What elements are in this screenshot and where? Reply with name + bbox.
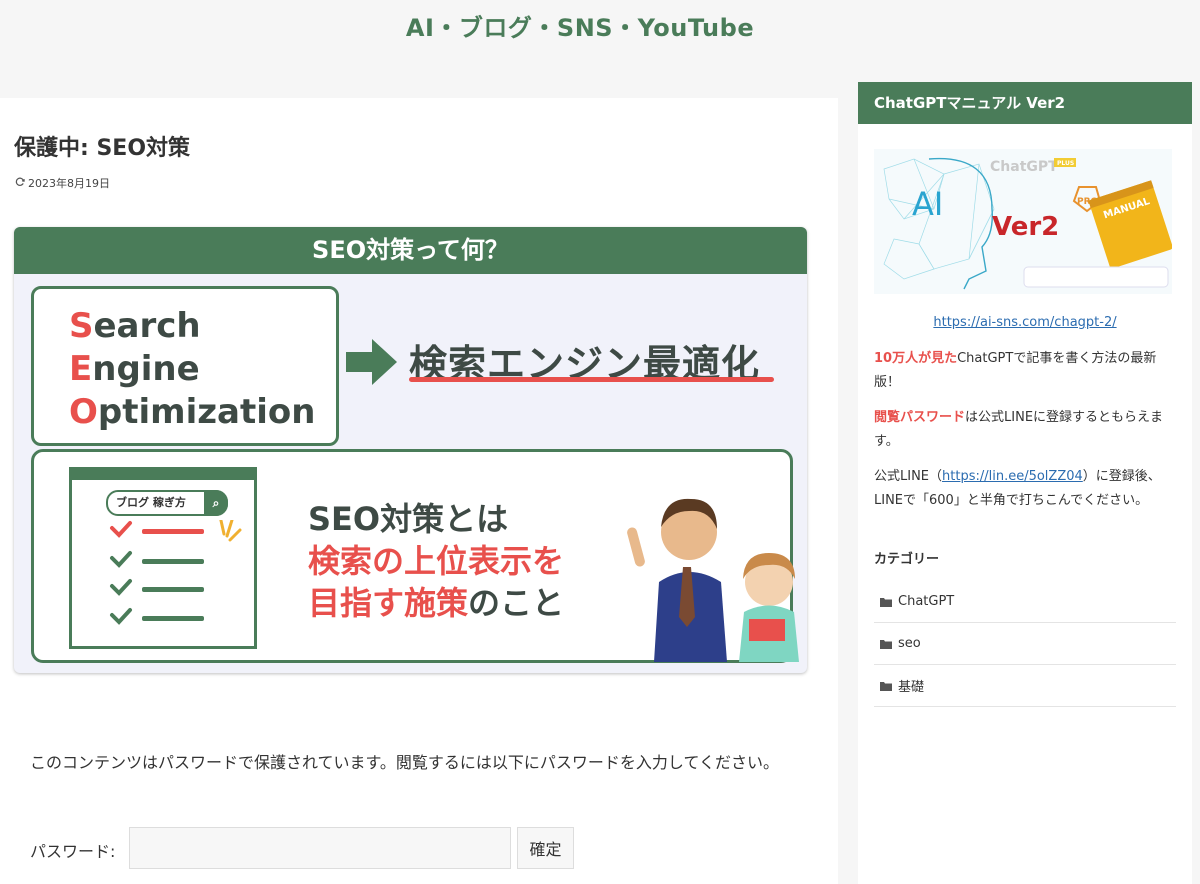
seo-line-optimization: Optimization (69, 392, 316, 432)
banner-graphic: AI ChatGPT PLUS Ver2 PRO MANUAL (874, 149, 1172, 294)
password-label: パスワード: (30, 842, 116, 861)
post-date: 2023年8月19日 (15, 175, 110, 191)
update-icon (15, 177, 25, 190)
chatgpt-manual-banner[interactable]: AI ChatGPT PLUS Ver2 PRO MANUAL (874, 149, 1172, 294)
seo-line-search: Search (69, 306, 201, 346)
svg-text:PLUS: PLUS (1057, 160, 1074, 167)
sidebar-text-1: 10万人が見たChatGPTで記事を書く方法の最新版！ (874, 351, 1157, 390)
characters-illustration (627, 498, 799, 662)
seo-description-box: ブログ 稼ぎ方 ⌕ SEO対策とは 検索の上位表示を 目指す施策のこと (31, 449, 799, 663)
svg-text:ChatGPT: ChatGPT (990, 159, 1058, 175)
search-icon: ⌕ (204, 490, 228, 516)
category-item-seo[interactable]: seo (874, 623, 1176, 665)
post-date-text: 2023年8月19日 (28, 177, 110, 190)
search-bar-illustration: ブログ 稼ぎ方 ⌕ (106, 490, 228, 516)
widget-title: ChatGPTマニュアル Ver2 (858, 82, 1192, 124)
sidebar-text-3: 公式LINE（https://lin.ee/5olZZ04）に登録後、LINEで… (874, 469, 1161, 508)
sidebar-text-2: 閲覧パスワードは公式LINEに登録するともらえます。 (874, 410, 1164, 449)
sidebar: ChatGPTマニュアル Ver2 AI ChatGPT PLUS Ver2 P… (858, 82, 1192, 884)
arrow-right-icon (346, 339, 397, 385)
password-notice: このコンテンツはパスワードで保護されています。閲覧するには以下にパスワードを入力… (30, 753, 779, 772)
submit-button[interactable]: 確定 (517, 827, 574, 869)
eyecatch-header: SEO対策って何？ (14, 227, 807, 274)
svg-text:Ver2: Ver2 (992, 212, 1059, 242)
categories-title: カテゴリー (874, 552, 940, 567)
site-title[interactable]: AI・ブログ・SNS・YouTube (0, 8, 1160, 43)
seo-line-engine: Engine (69, 349, 200, 389)
folder-icon (880, 639, 892, 649)
svg-text:AI: AI (912, 185, 943, 223)
folder-icon (880, 597, 892, 607)
category-list: ChatGPT seo 基礎 (874, 581, 1176, 707)
eyecatch-image: SEO対策って何？ Search Engine Optimization 検索エ… (14, 227, 807, 673)
meaning-underline (409, 377, 774, 382)
seo-desc-line-1: SEO対策とは (308, 500, 509, 538)
seo-desc-line-3: 目指す施策のこと (308, 584, 565, 622)
browser-illustration: ブログ 稼ぎ方 ⌕ (69, 467, 257, 649)
seo-acronym-box: Search Engine Optimization (31, 286, 339, 446)
checklist-icon (110, 520, 242, 625)
seo-desc-line-2: 検索の上位表示を (308, 542, 565, 580)
category-item-basics[interactable]: 基礎 (874, 665, 1176, 707)
category-item-chatgpt[interactable]: ChatGPT (874, 581, 1176, 623)
page-title: 保護中: SEO対策 (14, 136, 191, 161)
main-content: 保護中: SEO対策 2023年8月19日 SEO対策って何？ Search E… (0, 98, 838, 884)
line-link[interactable]: https://lin.ee/5olZZ04 (942, 469, 1083, 484)
manual-link[interactable]: https://ai-sns.com/chagpt-2/ (858, 315, 1192, 330)
folder-icon (880, 681, 892, 691)
password-input[interactable] (129, 827, 511, 869)
